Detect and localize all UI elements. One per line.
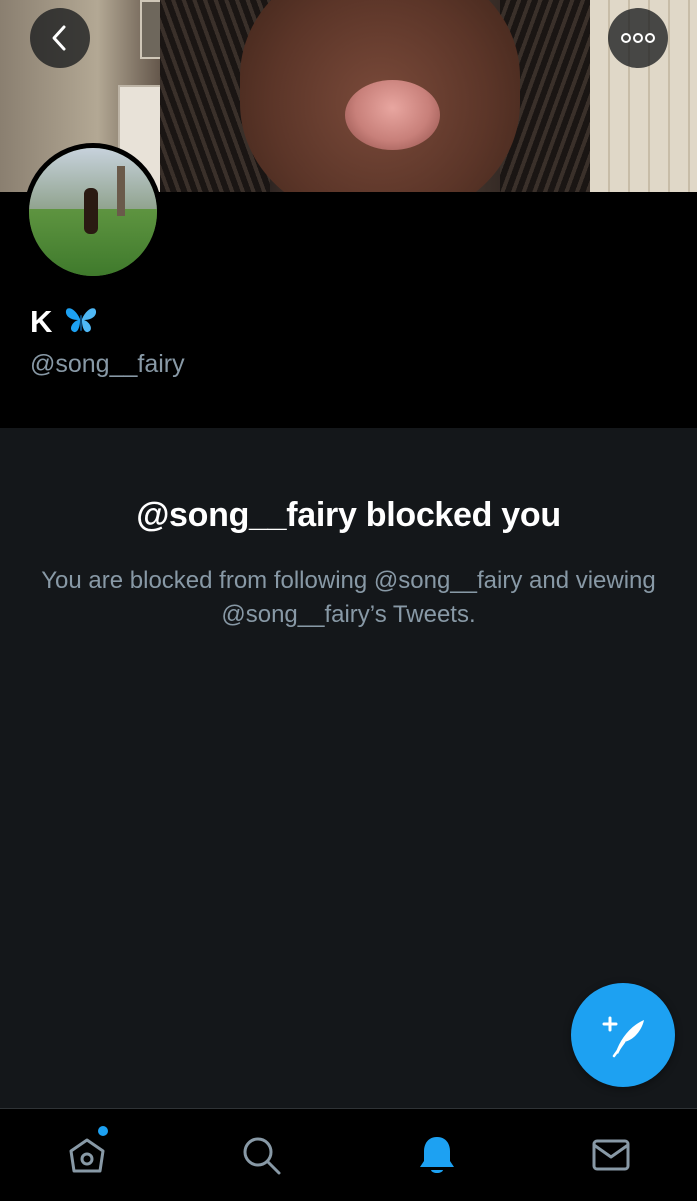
- more-options-button[interactable]: [608, 8, 668, 68]
- more-dots-icon: [621, 33, 655, 43]
- bottom-tab-bar: [0, 1108, 697, 1201]
- butterfly-icon: [65, 308, 97, 333]
- bell-icon: [420, 1137, 454, 1173]
- tab-home[interactable]: [63, 1131, 111, 1179]
- display-name-text: K: [30, 304, 53, 339]
- display-name: K: [30, 304, 99, 340]
- blocked-description: You are blocked from following @song__fa…: [41, 567, 656, 628]
- search-icon: [243, 1137, 281, 1175]
- avatar[interactable]: [24, 143, 162, 281]
- compose-tweet-icon: [602, 1016, 644, 1058]
- compose-tweet-button[interactable]: [571, 983, 675, 1087]
- blocked-title: @song__fairy blocked you: [136, 496, 561, 534]
- tab-messages[interactable]: [587, 1131, 635, 1179]
- mail-icon: [592, 1139, 630, 1171]
- home-badge-dot: [98, 1126, 108, 1136]
- home-icon: [69, 1138, 105, 1173]
- chevron-left-icon: [52, 25, 66, 51]
- back-button[interactable]: [30, 8, 90, 68]
- profile-handle: @song__fairy: [30, 350, 185, 378]
- tab-notifications[interactable]: [413, 1131, 461, 1179]
- tab-search[interactable]: [237, 1131, 285, 1179]
